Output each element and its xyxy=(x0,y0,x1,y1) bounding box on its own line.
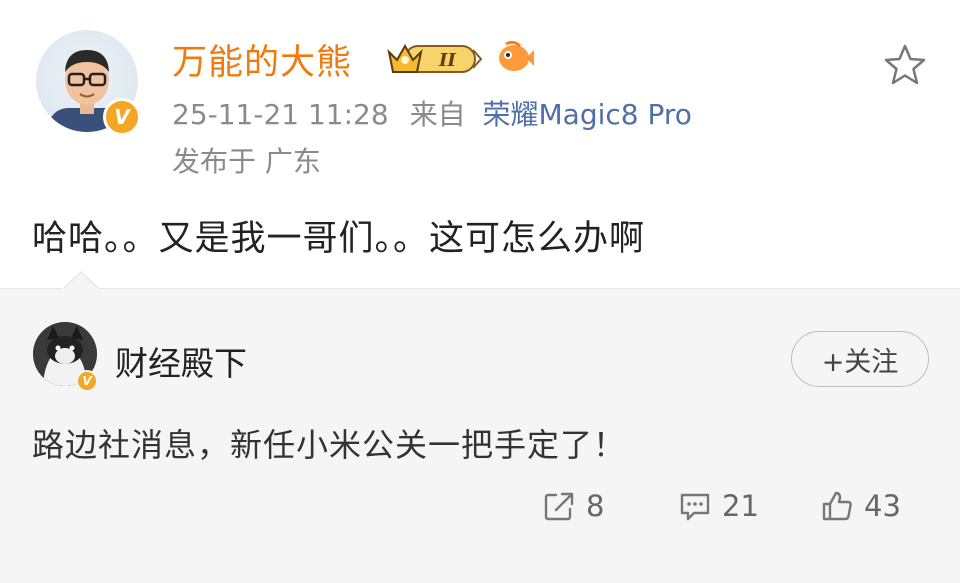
repost-content: 路边社消息，新任小米公关一把手定了！ xyxy=(32,426,627,464)
repost-button[interactable]: 8 xyxy=(542,486,604,526)
repost-count: 8 xyxy=(586,489,605,523)
like-count: 43 xyxy=(864,489,901,523)
level-badge-text: II xyxy=(438,50,456,71)
source-device-link[interactable]: 荣耀Magic8 Pro xyxy=(483,98,692,131)
post-card: V 万能的大熊 II 25-11-21 11:28 来自 荣耀Magic8 Pr… xyxy=(0,0,960,288)
post-location: 发布于 广东 xyxy=(172,145,321,178)
post-username[interactable]: 万能的大熊 xyxy=(172,34,352,85)
post-meta: 25-11-21 11:28 来自 荣耀Magic8 Pro xyxy=(172,93,692,133)
like-button[interactable]: 43 xyxy=(820,486,901,526)
comment-button[interactable]: 21 xyxy=(678,486,759,526)
favorite-star-icon[interactable] xyxy=(880,42,930,88)
comment-icon xyxy=(680,493,710,521)
post-timestamp: 25-11-21 11:28 xyxy=(172,98,389,131)
comment-count: 21 xyxy=(722,489,759,523)
follow-button[interactable]: +关注 xyxy=(791,331,929,387)
repost-verified-badge-icon: V xyxy=(76,370,98,392)
verified-badge-icon: V xyxy=(103,98,141,136)
repost-username[interactable]: 财经殿下 xyxy=(115,337,247,385)
share-icon xyxy=(544,492,574,521)
thumbs-up-icon xyxy=(822,491,852,521)
fish-badge-icon xyxy=(499,40,534,71)
crown-level-badge-icon: II xyxy=(387,43,483,73)
repost-pointer xyxy=(63,271,99,290)
post-content: 哈哈。。又是我一哥们。。这可怎么办啊 xyxy=(32,219,646,259)
from-label: 来自 xyxy=(409,98,466,131)
